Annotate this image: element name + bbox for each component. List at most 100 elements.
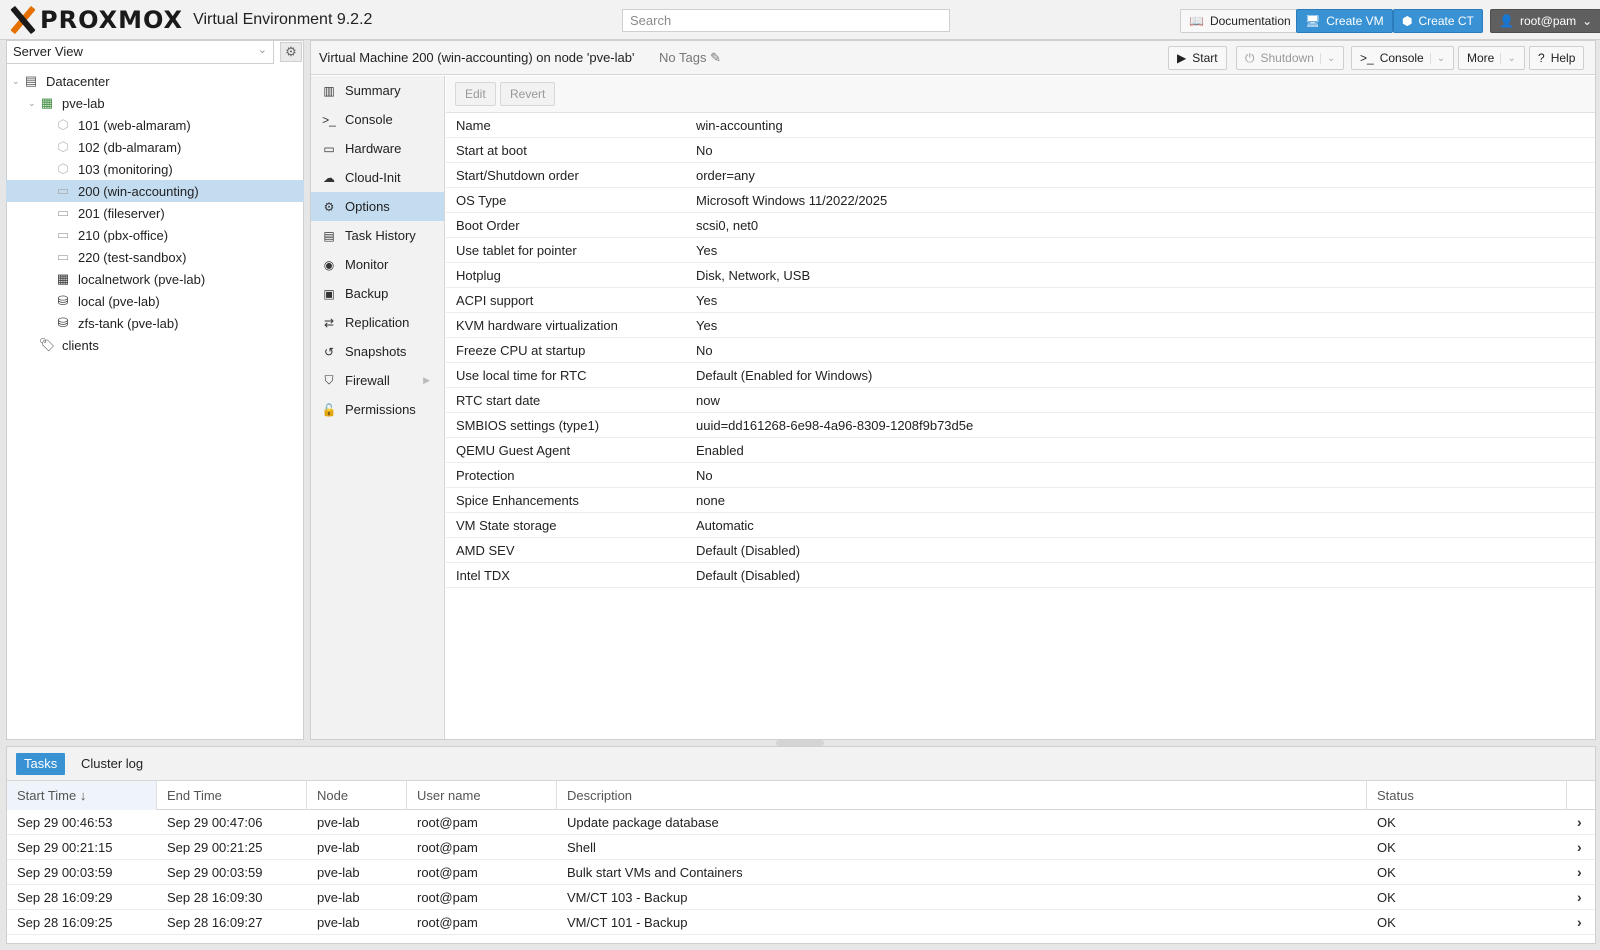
help-button[interactable]: ? Help	[1529, 46, 1585, 70]
subnav-permissions[interactable]: 🔓 Permissions	[311, 395, 444, 424]
tab-cluster-log[interactable]: Cluster log	[73, 753, 151, 775]
chevron-right-icon[interactable]: ›	[1567, 914, 1595, 930]
tab-tasks[interactable]: Tasks	[16, 753, 66, 775]
subnav-firewall[interactable]: ⛉ Firewall ▶	[311, 366, 444, 395]
console-button[interactable]: >_ Console ⌄	[1351, 46, 1455, 70]
task-row[interactable]: Sep 29 00:03:59 Sep 29 00:03:59 pve-lab …	[7, 860, 1595, 885]
tree-node-localnetwork[interactable]: ▦ localnetwork (pve-lab)	[6, 268, 304, 290]
chevron-right-icon[interactable]: ›	[1567, 814, 1595, 830]
task-row[interactable]: Sep 28 16:09:25 Sep 28 16:09:27 pve-lab …	[7, 910, 1595, 935]
column-header-end-time[interactable]: End Time	[157, 781, 307, 810]
subnav-summary[interactable]: ▥ Summary	[311, 76, 444, 105]
chevron-right-icon[interactable]: ›	[1567, 889, 1595, 905]
collapse-chevron-icon[interactable]: ⌄	[28, 98, 38, 109]
tree-node-label: local (pve-lab)	[78, 293, 160, 309]
help-label: Help	[1550, 51, 1576, 65]
task-node: pve-lab	[317, 889, 360, 905]
option-row[interactable]: Hotplug Disk, Network, USB	[446, 263, 1595, 288]
option-value: No	[696, 342, 713, 358]
sort-down-arrow-icon: ↓	[79, 788, 87, 803]
option-row[interactable]: Boot Order scsi0, net0	[446, 213, 1595, 238]
tree-node-datacenter[interactable]: ⌄ ▤ Datacenter	[6, 70, 304, 92]
option-key: Start/Shutdown order	[456, 167, 579, 183]
option-row[interactable]: Start at boot No	[446, 138, 1595, 163]
column-header-status[interactable]: Status	[1367, 781, 1567, 810]
container-icon: ⬡	[57, 117, 69, 132]
subnav-label: Monitor	[345, 257, 389, 272]
user-menu-button[interactable]: 👤 root@pam ⌄	[1490, 9, 1600, 33]
column-header-user[interactable]: User name	[407, 781, 557, 810]
chevron-right-icon[interactable]: ›	[1567, 864, 1595, 880]
option-row[interactable]: Spice Enhancements none	[446, 488, 1595, 513]
cube-icon: ⬢	[1402, 14, 1413, 28]
collapse-chevron-icon[interactable]: ⌄	[12, 76, 22, 87]
option-row[interactable]: Name win-accounting	[446, 113, 1595, 138]
tree-node-ct-103[interactable]: ⬡ 103 (monitoring)	[6, 158, 304, 180]
chevron-down-icon[interactable]: ⌄	[1500, 52, 1516, 64]
tree-node-ct-102[interactable]: ⬡ 102 (db-almaram)	[6, 136, 304, 158]
tree-node-pve-lab[interactable]: ⌄ ▦ pve-lab	[6, 92, 304, 114]
column-header-description[interactable]: Description	[557, 781, 1367, 810]
task-row[interactable]: Sep 29 00:46:53 Sep 29 00:47:06 pve-lab …	[7, 810, 1595, 835]
option-row[interactable]: AMD SEV Default (Disabled)	[446, 538, 1595, 563]
power-icon: ⏻	[1245, 50, 1255, 65]
tree-node-storage-zfs-tank[interactable]: ⛁ zfs-tank (pve-lab)	[6, 312, 304, 334]
tree-settings-gear-icon[interactable]: ⚙	[280, 42, 302, 62]
task-row[interactable]: Sep 29 00:21:15 Sep 29 00:21:25 pve-lab …	[7, 835, 1595, 860]
option-row[interactable]: ACPI support Yes	[446, 288, 1595, 313]
column-header-start-time[interactable]: Start Time ↓	[7, 781, 157, 810]
subnav-monitor[interactable]: ◉ Monitor	[311, 250, 444, 279]
chevron-down-icon[interactable]: ⌄	[1319, 52, 1335, 64]
option-row[interactable]: Use local time for RTC Default (Enabled f…	[446, 363, 1595, 388]
task-start-time: Sep 29 00:03:59	[17, 864, 113, 880]
node-online-icon: ▦	[40, 95, 54, 110]
chevron-right-icon[interactable]: ›	[1567, 839, 1595, 855]
tree-node-vm-200[interactable]: ▭ 200 (win-accounting)	[6, 180, 304, 202]
search-input[interactable]: Search	[622, 9, 950, 32]
subnav-cloud-init[interactable]: ☁ Cloud-Init	[311, 163, 444, 192]
subnav-snapshots[interactable]: ↺ Snapshots	[311, 337, 444, 366]
option-row[interactable]: Intel TDX Default (Disabled)	[446, 563, 1595, 588]
task-row[interactable]: Sep 28 16:09:29 Sep 28 16:09:30 pve-lab …	[7, 885, 1595, 910]
edit-button[interactable]: Edit	[455, 82, 496, 106]
subnav-task-history[interactable]: ▤ Task History	[311, 221, 444, 250]
revert-button[interactable]: Revert	[500, 82, 556, 106]
documentation-button[interactable]: 📖 Documentation	[1180, 9, 1300, 33]
tree-node-ct-101[interactable]: ⬡ 101 (web-almaram)	[6, 114, 304, 136]
history-icon: ↺	[323, 344, 335, 359]
create-ct-button[interactable]: ⬢ Create CT	[1393, 9, 1483, 33]
subnav-options[interactable]: ⚙ Options	[311, 192, 444, 221]
tree-node-clients[interactable]: 🏷 clients	[6, 334, 304, 356]
tree-node-storage-local[interactable]: ⛁ local (pve-lab)	[6, 290, 304, 312]
shutdown-button[interactable]: ⏻ Shutdown ⌄	[1236, 46, 1345, 70]
subnav-console[interactable]: >_ Console	[311, 105, 444, 134]
tree-node-vm-220[interactable]: ▭ 220 (test-sandbox)	[6, 246, 304, 268]
proxmox-logo[interactable]: PROXMOX Virtual Environment 9.2.2	[8, 6, 372, 34]
more-button[interactable]: More ⌄	[1458, 46, 1525, 70]
option-row[interactable]: Freeze CPU at startup No	[446, 338, 1595, 363]
option-value: No	[696, 467, 713, 483]
option-row[interactable]: QEMU Guest Agent Enabled	[446, 438, 1595, 463]
option-row[interactable]: Protection No	[446, 463, 1595, 488]
tags-editor[interactable]: No Tags ✎	[659, 50, 721, 66]
subnav-hardware[interactable]: ▭ Hardware	[311, 134, 444, 163]
option-row[interactable]: OS Type Microsoft Windows 11/2022/2025	[446, 188, 1595, 213]
tree-node-vm-201[interactable]: ▭ 201 (fileserver)	[6, 202, 304, 224]
option-row[interactable]: Start/Shutdown order order=any	[446, 163, 1595, 188]
create-vm-button[interactable]: 🖥 Create VM	[1296, 9, 1393, 33]
option-row[interactable]: RTC start date now	[446, 388, 1595, 413]
subnav-backup[interactable]: ▣ Backup	[311, 279, 444, 308]
subnav-replication[interactable]: ⇄ Replication	[311, 308, 444, 337]
option-row[interactable]: SMBIOS settings (type1) uuid=dd161268-6e9…	[446, 413, 1595, 438]
pencil-icon[interactable]: ✎	[710, 50, 721, 65]
expand-arrow-icon[interactable]: ▶	[423, 375, 430, 386]
option-row[interactable]: VM State storage Automatic	[446, 513, 1595, 538]
tree-node-vm-210[interactable]: ▭ 210 (pbx-office)	[6, 224, 304, 246]
task-user: root@pam	[417, 889, 478, 905]
chevron-down-icon[interactable]: ⌄	[1429, 52, 1445, 64]
column-header-node[interactable]: Node	[307, 781, 407, 810]
option-row[interactable]: KVM hardware virtualization Yes	[446, 313, 1595, 338]
view-selector[interactable]: Server View ⌄	[6, 40, 274, 64]
start-button[interactable]: ▶ Start	[1168, 46, 1227, 70]
option-row[interactable]: Use tablet for pointer Yes	[446, 238, 1595, 263]
